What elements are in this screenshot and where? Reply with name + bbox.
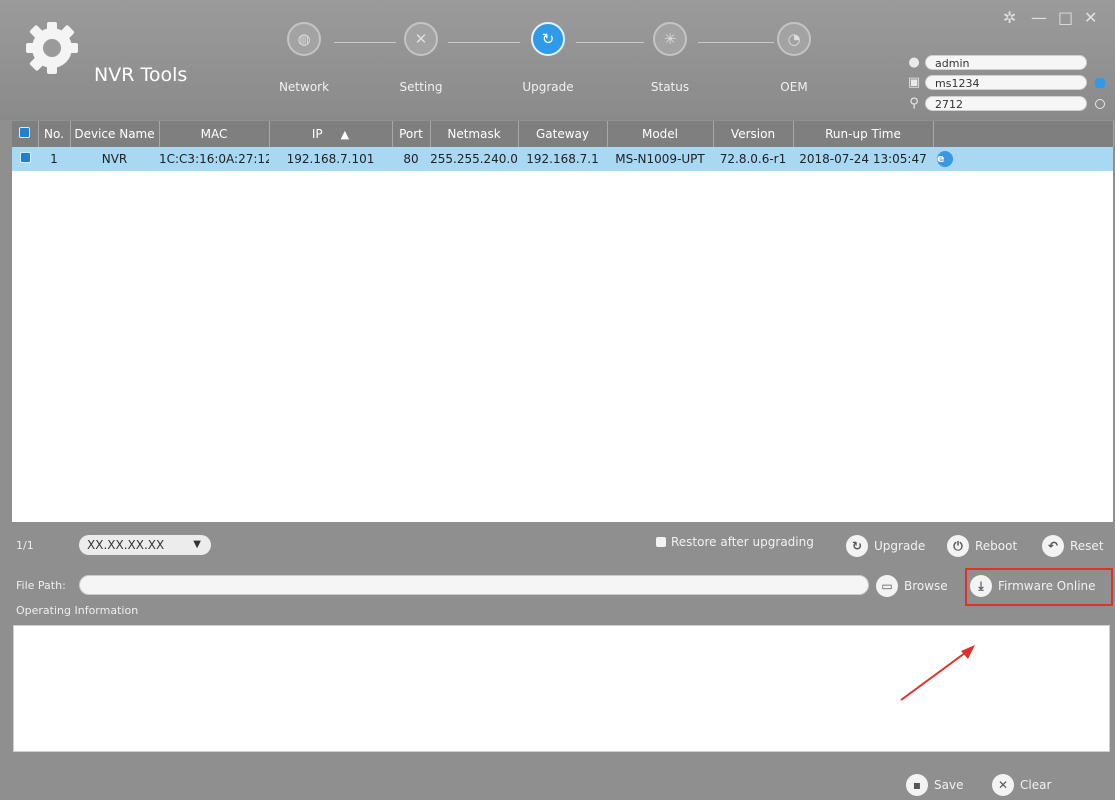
- folder-icon: ▭: [876, 575, 898, 597]
- column-header-runup-time[interactable]: Run-up Time: [793, 121, 934, 147]
- cell-no: 1: [38, 147, 70, 171]
- upgrade-label: Upgrade: [874, 539, 926, 553]
- tab-setting[interactable]: ✕ Setting: [366, 22, 476, 94]
- chevron-down-icon: ▼: [193, 539, 201, 550]
- tab-oem-label: OEM: [780, 80, 808, 94]
- cell-model: MS-N1009-UPT: [607, 147, 713, 171]
- status-icon: ✳: [653, 22, 687, 56]
- password-checkbox[interactable]: [1095, 78, 1105, 88]
- gear-logo-icon: [26, 22, 78, 74]
- upgrade-icon: ↻: [531, 22, 565, 56]
- tab-status[interactable]: ✳ Status: [615, 22, 725, 94]
- cell-version: 72.8.0.6-r1: [713, 147, 793, 171]
- search-input[interactable]: 2712: [925, 96, 1087, 111]
- restore-after-upgrading-option[interactable]: Restore after upgrading: [656, 535, 814, 549]
- close-icon[interactable]: ✕: [1084, 8, 1097, 27]
- wrench-icon: ✕: [404, 22, 438, 56]
- tab-network[interactable]: ◍ Network: [249, 22, 359, 94]
- cell-port: 80: [392, 147, 430, 171]
- reset-button[interactable]: ↶ Reset: [1042, 535, 1104, 557]
- tab-oem[interactable]: ◔ OEM: [739, 22, 849, 94]
- browse-label: Browse: [904, 579, 948, 593]
- tab-status-label: Status: [650, 80, 690, 94]
- upgrade-icon: ↻: [846, 535, 868, 557]
- reboot-button[interactable]: ⏻ Reboot: [947, 535, 1017, 557]
- file-path-input[interactable]: [79, 575, 869, 595]
- annotation-arrow: [900, 645, 975, 701]
- cell-device-name: NVR: [70, 147, 159, 171]
- restore-checkbox[interactable]: [656, 537, 666, 547]
- column-header-model[interactable]: Model: [607, 121, 714, 147]
- browse-button[interactable]: ▭ Browse: [876, 575, 948, 597]
- tab-upgrade-label: Upgrade: [522, 80, 574, 94]
- globe-icon: ◍: [287, 22, 321, 56]
- device-table: No. Device Name MAC IP ▲ Port Netmask Gat…: [12, 121, 1114, 522]
- highlight-box: [965, 568, 1113, 606]
- select-all-checkbox[interactable]: [12, 121, 39, 147]
- save-icon: ▪: [906, 774, 928, 796]
- tab-network-label: Network: [278, 80, 330, 94]
- clear-label: Clear: [1020, 778, 1052, 792]
- column-header-ip[interactable]: IP ▲: [269, 121, 393, 147]
- version-select-value: XX.XX.XX.XX: [87, 538, 165, 552]
- tab-setting-label: Setting: [399, 80, 443, 94]
- header: NVR Tools ◍ Network ✕ Setting ↻ Upgrade …: [0, 0, 1115, 120]
- cell-mac: 1C:C3:16:0A:27:12: [159, 147, 269, 171]
- username-field[interactable]: admin: [925, 55, 1087, 70]
- column-header-extra: [933, 121, 1114, 147]
- lock-icon: ▣: [907, 75, 921, 90]
- oem-icon: ◔: [777, 22, 811, 56]
- clear-button[interactable]: ✕ Clear: [992, 774, 1051, 796]
- user-icon: ●: [908, 55, 920, 70]
- table-row[interactable]: 1 NVR 1C:C3:16:0A:27:12 192.168.7.101 80…: [12, 147, 1113, 171]
- column-header-port[interactable]: Port: [392, 121, 431, 147]
- maximize-icon[interactable]: □: [1058, 8, 1073, 27]
- save-label: Save: [934, 778, 964, 792]
- column-header-ip-label: IP: [311, 127, 323, 141]
- upgrade-button[interactable]: ↻ Upgrade: [846, 535, 925, 557]
- reset-label: Reset: [1070, 539, 1104, 553]
- tab-upgrade[interactable]: ↻ Upgrade: [493, 22, 603, 94]
- reset-icon: ↶: [1042, 535, 1064, 557]
- column-header-version[interactable]: Version: [713, 121, 794, 147]
- minimize-icon[interactable]: —: [1031, 8, 1047, 27]
- settings-gear-icon[interactable]: ✲: [1003, 8, 1016, 27]
- operating-information-label: Operating Information: [16, 604, 139, 617]
- version-select[interactable]: XX.XX.XX.XX ▼: [79, 535, 211, 555]
- column-header-netmask[interactable]: Netmask: [430, 121, 519, 147]
- search-icon: ⚲: [909, 96, 919, 111]
- power-icon: ⏻: [947, 535, 969, 557]
- clear-icon: ✕: [992, 774, 1014, 796]
- app-title: NVR Tools: [94, 64, 188, 86]
- browser-icon[interactable]: e: [933, 147, 1113, 171]
- column-header-gateway[interactable]: Gateway: [518, 121, 608, 147]
- column-header-mac[interactable]: MAC: [159, 121, 270, 147]
- column-header-device-name[interactable]: Device Name: [70, 121, 160, 147]
- file-path-label: File Path:: [16, 579, 66, 592]
- password-field[interactable]: ms1234: [925, 75, 1087, 90]
- cell-runup-time: 2018-07-24 13:05:47: [793, 147, 933, 171]
- save-button[interactable]: ▪ Save: [906, 774, 963, 796]
- page-indicator: 1/1: [16, 539, 34, 552]
- restore-label: Restore after upgrading: [671, 535, 814, 549]
- column-header-no[interactable]: No.: [38, 121, 71, 147]
- refresh-icon[interactable]: [1095, 99, 1105, 109]
- reboot-label: Reboot: [975, 539, 1018, 553]
- cell-netmask: 255.255.240.0: [430, 147, 518, 171]
- sort-arrow-icon: ▲: [340, 128, 350, 141]
- row-checkbox[interactable]: [12, 147, 38, 171]
- table-header-row: No. Device Name MAC IP ▲ Port Netmask Gat…: [12, 121, 1114, 147]
- cell-gateway: 192.168.7.1: [518, 147, 607, 171]
- cell-ip: 192.168.7.101: [269, 147, 392, 171]
